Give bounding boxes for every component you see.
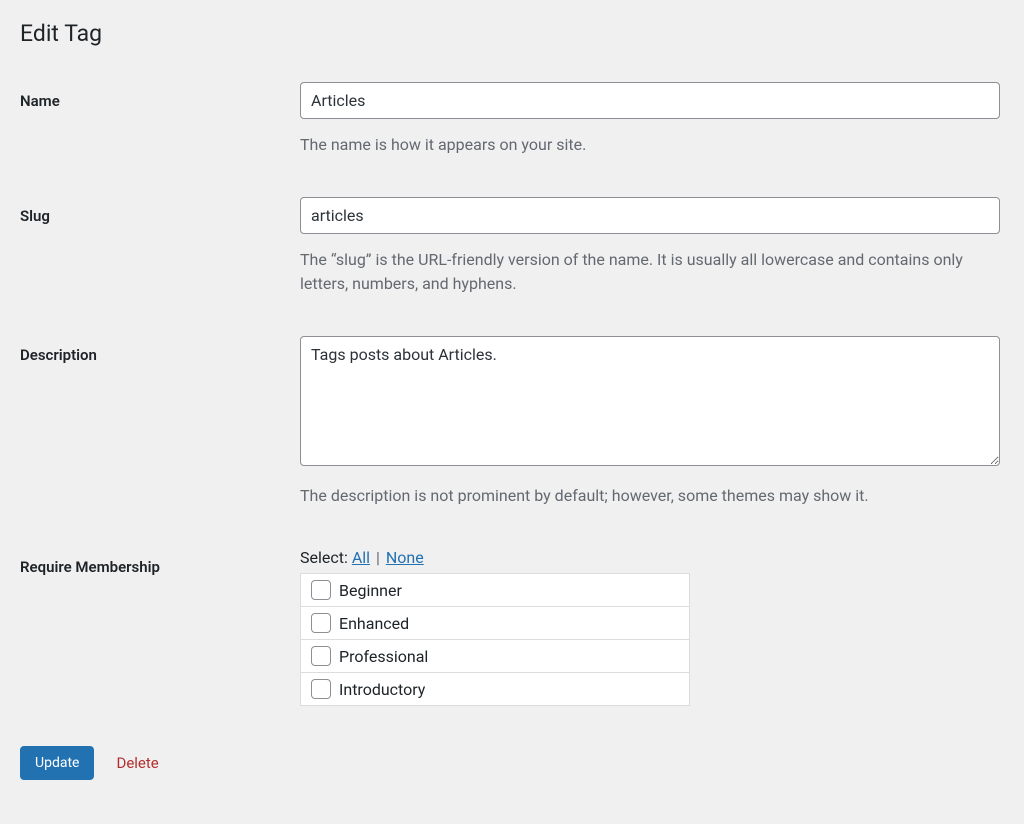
membership-label: Require Membership <box>20 558 160 576</box>
name-input[interactable] <box>300 82 1000 119</box>
checkbox-row-enhanced: Enhanced <box>301 607 689 640</box>
checkbox-introductory[interactable] <box>311 679 331 699</box>
delete-link[interactable]: Delete <box>116 754 158 772</box>
description-textarea[interactable] <box>300 336 1000 466</box>
checkbox-label-professional[interactable]: Professional <box>339 647 428 666</box>
slug-description: The “slug” is the URL-friendly version o… <box>300 248 1000 296</box>
field-row-description: Description The description is not promi… <box>20 336 1004 508</box>
checkbox-row-introductory: Introductory <box>301 673 689 705</box>
select-separator: | <box>372 548 384 567</box>
field-row-name: Name The name is how it appears on your … <box>20 82 1004 157</box>
checkbox-row-beginner: Beginner <box>301 574 689 607</box>
checkbox-label-introductory[interactable]: Introductory <box>339 680 425 699</box>
checkbox-label-enhanced[interactable]: Enhanced <box>339 614 409 633</box>
field-row-slug: Slug The “slug” is the URL-friendly vers… <box>20 197 1004 296</box>
membership-select-links: Select: All | None <box>300 548 1000 567</box>
checkbox-beginner[interactable] <box>311 580 331 600</box>
update-button[interactable]: Update <box>20 746 94 780</box>
description-help: The description is not prominent by defa… <box>300 484 1000 508</box>
membership-checkbox-list: Beginner Enhanced Professional Introduct… <box>300 573 690 706</box>
checkbox-row-professional: Professional <box>301 640 689 673</box>
page-title: Edit Tag <box>20 20 1004 47</box>
slug-label: Slug <box>20 207 50 225</box>
name-description: The name is how it appears on your site. <box>300 133 1000 157</box>
field-row-membership: Require Membership Select: All | None Be… <box>20 548 1004 706</box>
select-prefix: Select: <box>300 548 352 567</box>
checkbox-enhanced[interactable] <box>311 613 331 633</box>
select-none-link[interactable]: None <box>386 548 424 567</box>
name-label: Name <box>20 92 60 110</box>
slug-input[interactable] <box>300 197 1000 234</box>
select-all-link[interactable]: All <box>352 548 370 567</box>
checkbox-label-beginner[interactable]: Beginner <box>339 581 402 600</box>
checkbox-professional[interactable] <box>311 646 331 666</box>
description-label: Description <box>20 346 97 364</box>
form-actions: Update Delete <box>20 746 1004 780</box>
